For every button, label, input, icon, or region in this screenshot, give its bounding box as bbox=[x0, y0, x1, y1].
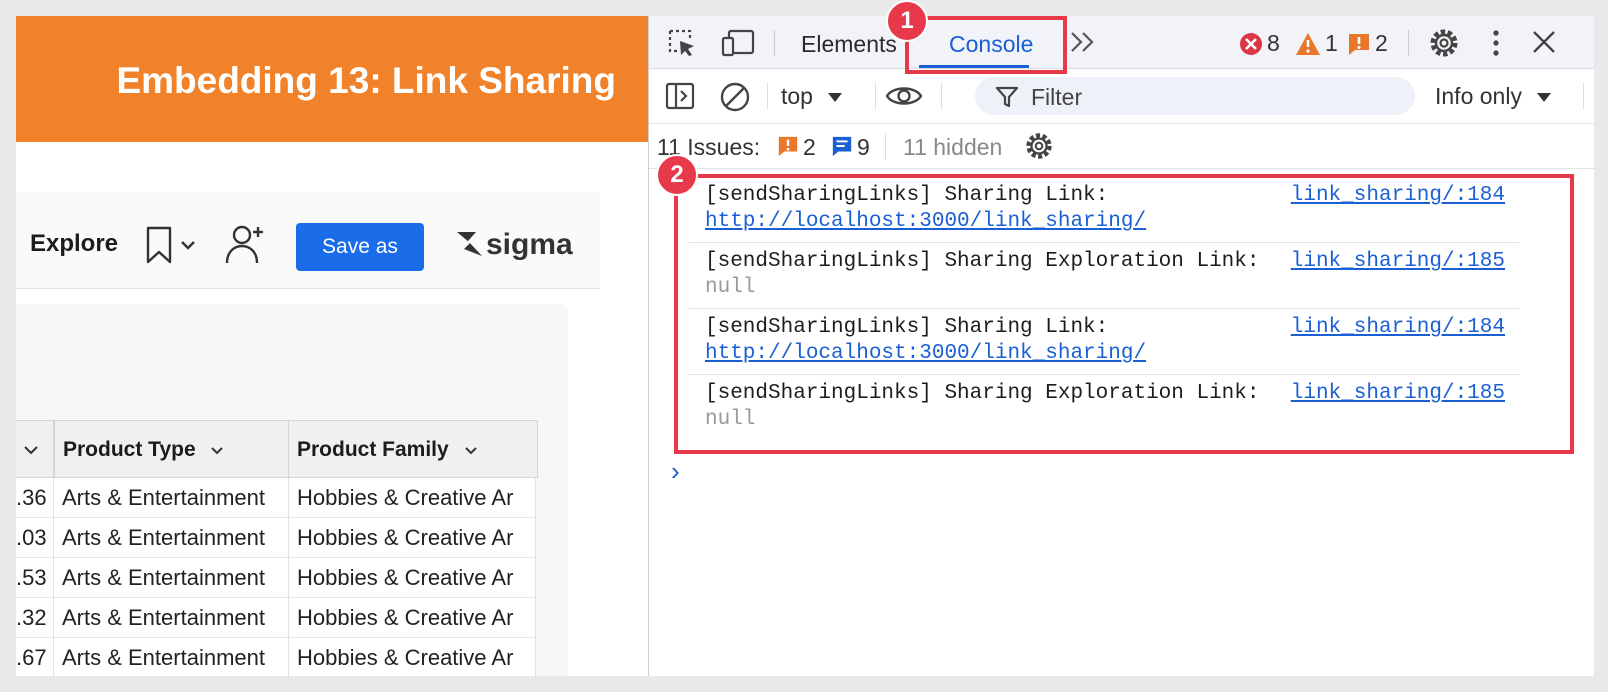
toolbar-divider bbox=[875, 83, 876, 109]
column-header-product-type[interactable]: Product Type bbox=[54, 420, 289, 478]
table-cell-product-family: Hobbies & Creative Ar bbox=[289, 558, 536, 598]
table-row[interactable]: .36 Arts & Entertainment Hobbies & Creat… bbox=[16, 478, 536, 518]
caret-down-icon bbox=[1537, 93, 1552, 102]
table-cell-value: .67 bbox=[16, 638, 54, 676]
table-cell-value: .03 bbox=[16, 518, 54, 558]
more-tabs-button[interactable] bbox=[1069, 29, 1097, 55]
console-prompt[interactable]: › bbox=[671, 456, 680, 487]
table-row[interactable]: .03 Arts & Entertainment Hobbies & Creat… bbox=[16, 518, 536, 558]
table-cell-product-family: Hobbies & Creative Ar bbox=[289, 598, 536, 638]
clear-console-button[interactable] bbox=[719, 81, 751, 113]
column-header-partial[interactable] bbox=[16, 420, 54, 478]
table-cell-value: .32 bbox=[16, 598, 54, 638]
block-icon bbox=[720, 82, 750, 112]
toolbar-divider bbox=[1408, 30, 1409, 56]
settings-button[interactable] bbox=[1427, 26, 1461, 60]
more-options-button[interactable] bbox=[1489, 28, 1503, 58]
issues-count-value: 2 bbox=[1375, 30, 1388, 56]
console-toolbar: top Filter Info only bbox=[649, 69, 1594, 124]
sigma-logo: sigma bbox=[456, 228, 573, 262]
bookmark-icon bbox=[146, 226, 195, 264]
annotation-badge-1: 1 bbox=[886, 0, 928, 42]
toolbar-divider bbox=[885, 134, 886, 160]
sigma-logo-text: sigma bbox=[486, 228, 573, 261]
table-row[interactable]: .67 Arts & Entertainment Hobbies & Creat… bbox=[16, 638, 536, 676]
inspect-icon bbox=[668, 29, 694, 56]
page-title: Embedding 13: Link Sharing bbox=[116, 60, 616, 101]
filter-placeholder: Filter bbox=[1031, 84, 1083, 110]
highlight-console-tab bbox=[905, 16, 1067, 74]
live-expression-button[interactable] bbox=[885, 83, 923, 109]
close-devtools-button[interactable] bbox=[1531, 29, 1557, 55]
table-cell-product-family: Hobbies & Creative Ar bbox=[289, 478, 536, 518]
caret-down-icon bbox=[828, 93, 843, 102]
table-cell-value: .53 bbox=[16, 558, 54, 598]
error-count-value: 8 bbox=[1267, 30, 1280, 56]
issue-flag-icon bbox=[1349, 34, 1369, 55]
chevron-double-right-icon bbox=[1071, 32, 1094, 52]
sigma-toolbar: Explore Save as sigma bbox=[16, 192, 600, 289]
chevron-down-icon bbox=[24, 446, 38, 455]
device-toolbar-button[interactable] bbox=[721, 28, 755, 58]
close-icon bbox=[1533, 31, 1555, 53]
bookmark-dropdown-button[interactable] bbox=[142, 225, 200, 265]
issues-bar[interactable]: 11 Issues: 2 9 11 hidden bbox=[649, 124, 1594, 169]
sidebar-icon bbox=[665, 82, 695, 110]
hidden-count: 11 hidden bbox=[903, 134, 1003, 160]
filter-input[interactable]: Filter bbox=[975, 77, 1415, 115]
explore-label: Explore bbox=[30, 230, 119, 257]
embedded-app: Embedding 13: Link Sharing Explore Save … bbox=[16, 16, 648, 676]
info-message-icon bbox=[832, 136, 852, 157]
tab-elements[interactable]: Elements bbox=[801, 16, 897, 68]
column-header-product-family[interactable]: Product Family bbox=[288, 420, 538, 478]
issues-info-count: 9 bbox=[857, 134, 870, 160]
table-cell-product-family: Hobbies & Creative Ar bbox=[289, 638, 536, 676]
toolbar-divider bbox=[941, 83, 942, 109]
table-cell-product-type: Arts & Entertainment bbox=[54, 558, 289, 598]
warning-count-value: 1 bbox=[1325, 30, 1338, 56]
add-user-icon bbox=[225, 225, 263, 264]
table-row[interactable]: .53 Arts & Entertainment Hobbies & Creat… bbox=[16, 558, 536, 598]
device-toggle-icon bbox=[721, 29, 755, 57]
add-user-button[interactable] bbox=[224, 222, 268, 266]
toolbar-divider bbox=[1583, 83, 1584, 109]
highlight-console-output bbox=[674, 174, 1574, 454]
gear-icon bbox=[1026, 133, 1052, 159]
devtools-tab-bar: Elements Console 8 1 2 bbox=[649, 16, 1594, 69]
log-level-selector[interactable]: Info only bbox=[1435, 83, 1552, 110]
toolbar-divider bbox=[774, 30, 775, 56]
table-cell-product-type: Arts & Entertainment bbox=[54, 518, 289, 558]
table-cell-product-type: Arts & Entertainment bbox=[54, 598, 289, 638]
gear-icon bbox=[1430, 29, 1458, 57]
table-cell-value: .36 bbox=[16, 478, 54, 518]
issues-warning-count: 2 bbox=[803, 134, 816, 160]
toolbar-divider bbox=[767, 83, 768, 109]
table-cell-product-type: Arts & Entertainment bbox=[54, 638, 289, 676]
warning-icon bbox=[1296, 33, 1320, 55]
context-selector-value: top bbox=[781, 83, 813, 109]
annotation-badge-2: 2 bbox=[656, 154, 698, 196]
issue-flag-icon bbox=[778, 136, 798, 157]
context-selector[interactable]: top bbox=[781, 83, 843, 110]
column-header-label: Product Family bbox=[297, 438, 449, 461]
table-cell-product-type: Arts & Entertainment bbox=[54, 478, 289, 518]
filter-icon bbox=[995, 86, 1019, 108]
table-row[interactable]: .32 Arts & Entertainment Hobbies & Creat… bbox=[16, 598, 536, 638]
sigma-logo-icon bbox=[457, 232, 482, 256]
kebab-menu-icon bbox=[1493, 30, 1499, 56]
eye-icon bbox=[885, 87, 923, 105]
error-icon bbox=[1240, 33, 1262, 55]
log-level-value: Info only bbox=[1435, 83, 1522, 109]
show-sidebar-button[interactable] bbox=[665, 81, 695, 111]
table-cell-product-family: Hobbies & Creative Ar bbox=[289, 518, 536, 558]
inspect-element-button[interactable] bbox=[667, 28, 697, 58]
page-banner: Embedding 13: Link Sharing bbox=[16, 16, 648, 142]
chevron-down-icon bbox=[464, 447, 477, 455]
save-as-button[interactable]: Save as bbox=[296, 223, 424, 271]
chevron-down-icon bbox=[211, 447, 224, 455]
column-header-label: Product Type bbox=[63, 438, 196, 461]
